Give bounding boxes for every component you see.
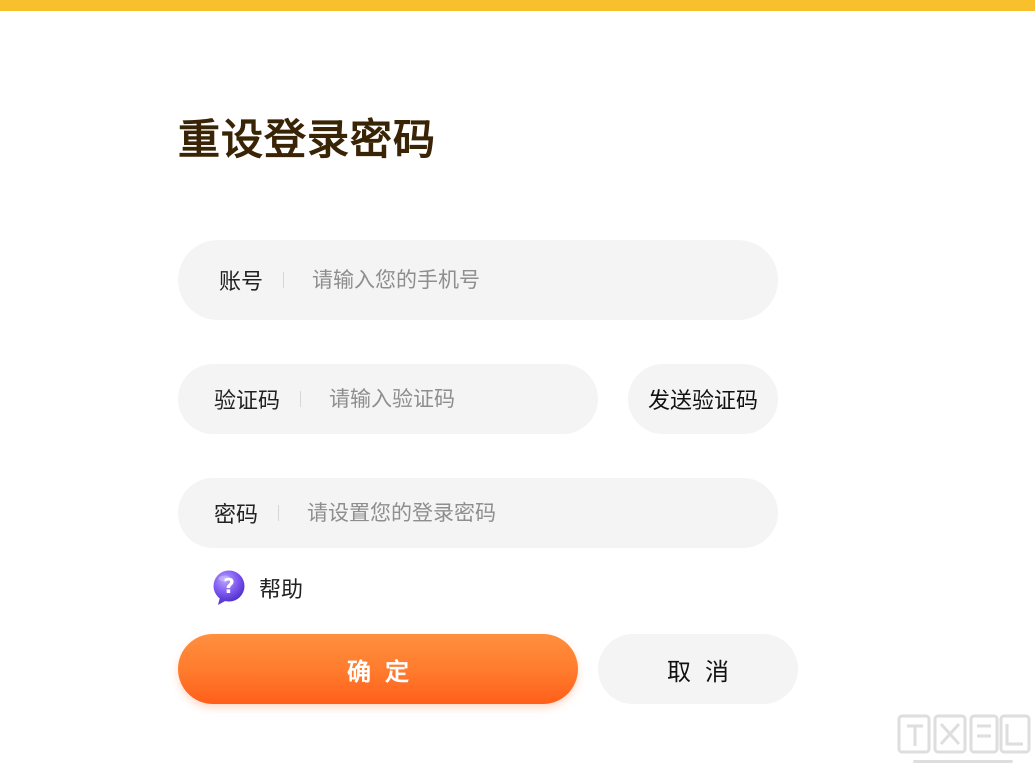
help-label: 帮助 bbox=[259, 578, 304, 603]
cancel-button[interactable]: 取消 bbox=[598, 634, 798, 704]
verification-code-input[interactable] bbox=[329, 387, 598, 411]
send-code-button[interactable]: 发送验证码 bbox=[628, 364, 778, 434]
question-bubble-icon: ? bbox=[212, 570, 246, 606]
password-field: 密码 bbox=[178, 478, 778, 548]
field-divider bbox=[283, 272, 285, 288]
verification-code-label: 验证码 bbox=[214, 389, 281, 414]
account-label: 账号 bbox=[219, 270, 264, 295]
field-divider bbox=[300, 391, 302, 407]
password-label: 密码 bbox=[214, 503, 259, 528]
top-accent-bar bbox=[0, 0, 1035, 11]
field-divider bbox=[278, 505, 280, 521]
help-link[interactable]: ? 帮助 bbox=[212, 570, 303, 606]
account-field: 账号 bbox=[178, 240, 778, 320]
site-watermark-logo bbox=[897, 714, 1031, 763]
password-input[interactable] bbox=[307, 501, 778, 525]
svg-text:?: ? bbox=[223, 574, 235, 598]
account-input[interactable] bbox=[312, 268, 778, 292]
verification-code-field: 验证码 bbox=[178, 364, 598, 434]
page-title: 重设登录密码 bbox=[178, 115, 437, 164]
confirm-button[interactable]: 确定 bbox=[178, 634, 578, 704]
